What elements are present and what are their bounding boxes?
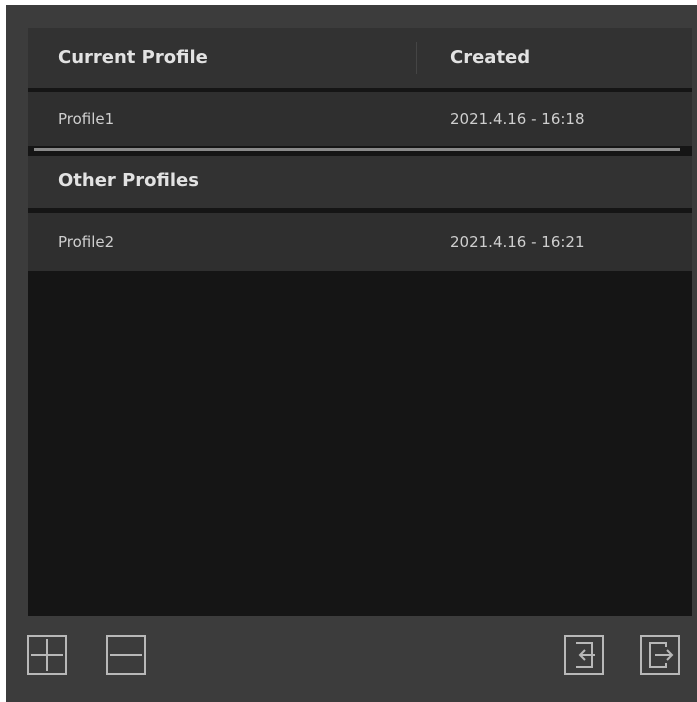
section-divider	[34, 148, 680, 151]
export-icon	[649, 642, 674, 668]
section-label: Other Profiles	[58, 170, 199, 191]
profile-panel: Current Profile Created Profile1 2021.4.…	[6, 5, 697, 702]
plus-icon	[31, 639, 63, 671]
import-profile-button[interactable]	[564, 635, 604, 675]
minus-icon	[110, 654, 142, 656]
profile-list: Current Profile Created Profile1 2021.4.…	[28, 28, 692, 616]
table-header: Current Profile Created	[28, 28, 692, 88]
column-header-created[interactable]: Created	[450, 47, 530, 68]
column-separator[interactable]	[416, 42, 417, 74]
remove-profile-button[interactable]	[106, 635, 146, 675]
import-icon	[576, 642, 595, 668]
other-profiles-header: Other Profiles	[28, 156, 692, 208]
current-profile-row[interactable]: Profile1 2021.4.16 - 16:18	[28, 92, 692, 146]
other-profile-row[interactable]: Profile2 2021.4.16 - 16:21	[28, 213, 692, 271]
column-header-profile[interactable]: Current Profile	[58, 47, 208, 68]
export-profile-button[interactable]	[640, 635, 680, 675]
add-profile-button[interactable]	[27, 635, 67, 675]
profile-name: Profile1	[58, 110, 115, 128]
profile-created: 2021.4.16 - 16:18	[450, 110, 585, 128]
profile-name: Profile2	[58, 233, 115, 251]
profile-created: 2021.4.16 - 16:21	[450, 233, 585, 251]
